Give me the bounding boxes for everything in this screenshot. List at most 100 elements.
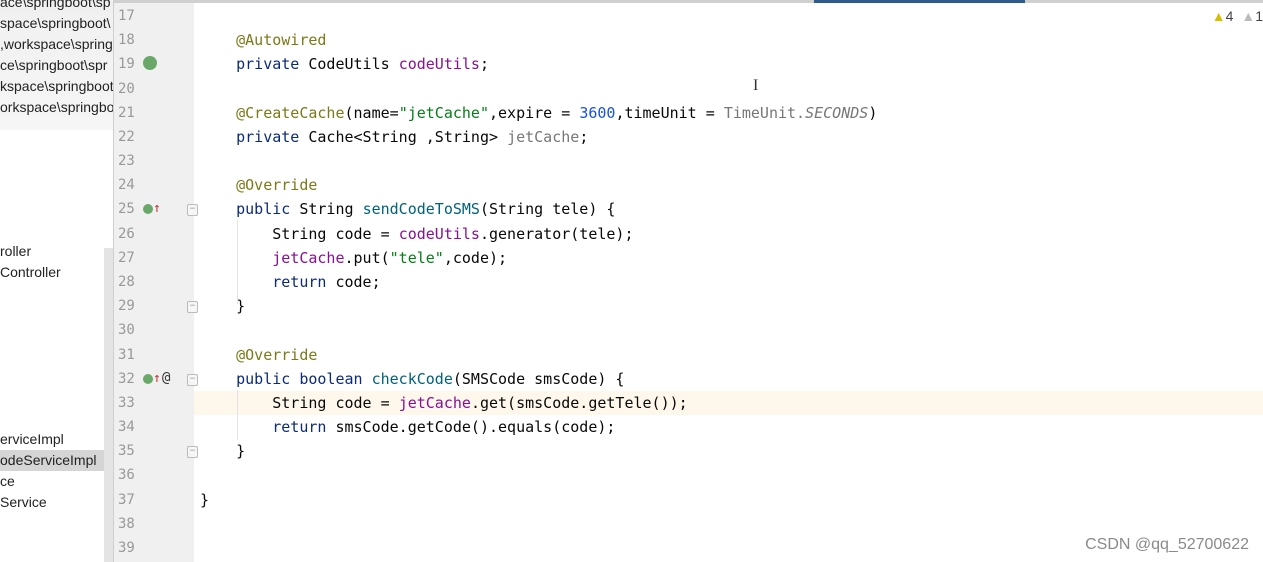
project-tree-item[interactable]: Service xyxy=(0,492,113,513)
code-line[interactable]: public String sendCodeToSMS(String tele)… xyxy=(200,197,615,221)
code-line[interactable]: private Cache<String ,String> jetCache; xyxy=(200,125,588,149)
code-token: (SMSCode smsCode) { xyxy=(452,370,625,388)
code-line[interactable]: @CreateCache(name="jetCache",expire = 36… xyxy=(200,101,877,125)
inspection-widget[interactable]: ▲4 ▲1 xyxy=(1212,8,1263,24)
code-token: jetCache xyxy=(272,249,345,267)
code-line[interactable]: @Autowired xyxy=(200,28,326,52)
line-number: 35 xyxy=(118,443,135,459)
line-number: 29 xyxy=(118,298,135,314)
code-line[interactable]: private CodeUtils codeUtils; xyxy=(200,52,489,76)
code-line[interactable]: } xyxy=(200,488,209,512)
project-tree-item[interactable]: ce\springboot\spr xyxy=(0,55,113,76)
fold-toggle-icon[interactable]: − xyxy=(187,301,198,313)
code-token: codeUtils xyxy=(398,225,480,243)
line-number: 20 xyxy=(118,81,135,97)
line-number: 26 xyxy=(118,226,135,242)
code-token: ; xyxy=(479,55,489,73)
code-line[interactable]: } xyxy=(200,439,245,463)
project-tree-item[interactable]: kspace\springboot xyxy=(0,76,113,97)
fold-toggle-icon[interactable]: − xyxy=(187,374,198,386)
code-token: public xyxy=(236,200,291,218)
code-token: "jetCache" xyxy=(398,104,489,122)
weak-warning-count: 1 xyxy=(1255,8,1263,24)
project-tree-scrollbar[interactable] xyxy=(104,248,113,562)
active-tab-indicator[interactable] xyxy=(814,0,1025,3)
code-line[interactable]: jetCache.put("tele",code); xyxy=(200,246,507,270)
line-number: 17 xyxy=(118,8,135,24)
project-tree-panel: ace\springboot\sp space\springboot\ ,works… xyxy=(0,0,113,562)
code-line[interactable]: String code = codeUtils.generator(tele); xyxy=(200,222,633,246)
code-token: boolean xyxy=(299,370,363,388)
project-tree-item[interactable]: odeServiceImpl xyxy=(0,450,113,471)
code-token: @CreateCache xyxy=(236,104,345,122)
project-tree-item[interactable] xyxy=(0,548,113,562)
code-token: String code = xyxy=(200,225,399,243)
indent-guide xyxy=(237,390,238,440)
code-token: } xyxy=(200,297,246,315)
project-tree-item[interactable]: ce xyxy=(0,471,113,492)
project-tree-item[interactable]: erviceImpl xyxy=(0,429,113,450)
code-token: ) xyxy=(868,104,878,122)
line-number: 34 xyxy=(118,419,135,435)
line-number: 31 xyxy=(118,347,135,363)
code-line[interactable]: return smsCode.getCode().equals(code); xyxy=(200,415,615,439)
code-token: return xyxy=(272,273,327,291)
project-tree-item[interactable]: space\springboot\ xyxy=(0,13,113,34)
code-token: (String tele) { xyxy=(479,200,616,218)
line-number: 38 xyxy=(118,516,135,532)
code-token: checkCode xyxy=(371,370,453,388)
line-number: 27 xyxy=(118,250,135,266)
project-tree-item[interactable]: orkspace\springbo xyxy=(0,97,113,118)
code-token: 3600 xyxy=(579,104,616,122)
line-number: 33 xyxy=(118,395,135,411)
implements-icon[interactable]: ↑ xyxy=(143,201,161,216)
line-number: 39 xyxy=(118,540,135,556)
code-line[interactable]: String code = jetCache.get(smsCode.getTe… xyxy=(200,391,688,415)
code-token: ,timeUnit = xyxy=(615,104,724,122)
code-token: private xyxy=(236,128,300,146)
code-token: } xyxy=(200,442,246,460)
code-token: SECONDS xyxy=(805,104,869,122)
bean-icon[interactable] xyxy=(143,56,157,74)
code-token: ,expire = xyxy=(489,104,580,122)
code-token: public xyxy=(236,370,291,388)
code-line[interactable]: @Override xyxy=(200,173,317,197)
line-number: 36 xyxy=(118,467,135,483)
line-number: 21 xyxy=(118,105,135,121)
code-line[interactable]: public boolean checkCode(SMSCode smsCode… xyxy=(200,367,624,391)
annotation-marker-icon[interactable]: @ xyxy=(162,370,170,386)
line-number: 30 xyxy=(118,322,135,338)
fold-toggle-icon[interactable]: − xyxy=(187,446,198,458)
code-token: .get(smsCode.getTele()); xyxy=(470,394,688,412)
fold-toggle-icon[interactable]: − xyxy=(187,204,198,216)
line-number: 37 xyxy=(118,492,135,508)
project-tree-item[interactable]: ace\springboot\sp xyxy=(0,0,113,13)
code-token: @Autowired xyxy=(236,31,327,49)
line-number: 22 xyxy=(118,129,135,145)
code-line[interactable]: return code; xyxy=(200,270,381,294)
project-tree-item[interactable]: roller xyxy=(0,241,113,262)
code-token: jetCache xyxy=(398,394,471,412)
project-tree-item[interactable]: ,workspace\spring xyxy=(0,34,113,55)
warning-count: 4 xyxy=(1225,8,1234,24)
code-line[interactable]: @Override xyxy=(200,343,317,367)
line-number: 28 xyxy=(118,274,135,290)
code-token: (name= xyxy=(344,104,399,122)
code-token: @Override xyxy=(236,176,318,194)
implements-icon[interactable]: ↑ xyxy=(143,371,161,386)
code-token: @Override xyxy=(236,346,318,364)
code-token: sendCodeToSMS xyxy=(362,200,480,218)
code-line[interactable]: } xyxy=(200,294,245,318)
code-token: code; xyxy=(326,273,381,291)
code-token: ,code); xyxy=(443,249,508,267)
project-tree-item[interactable]: Controller xyxy=(0,262,113,283)
